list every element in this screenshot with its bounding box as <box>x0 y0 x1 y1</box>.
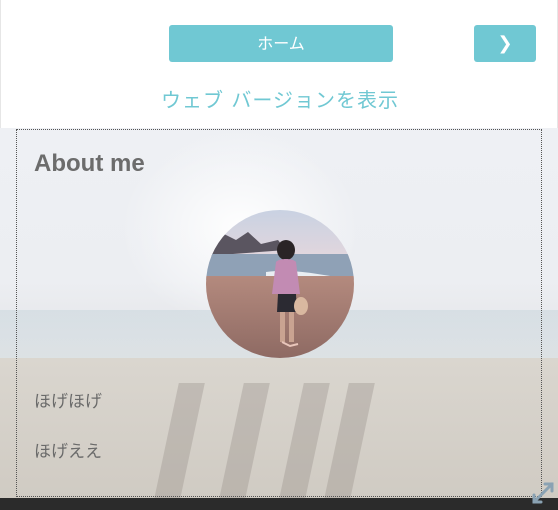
view-web-version-link[interactable]: ウェブ バージョンを表示 <box>1 84 558 113</box>
about-text-line: ほげええ <box>34 442 102 462</box>
avatar <box>206 210 354 358</box>
expand-icon[interactable] <box>530 480 556 506</box>
top-navigation: ホーム ❯ ウェブ バージョンを表示 <box>0 0 558 128</box>
bottom-strip <box>0 498 558 510</box>
about-text-line: ほげほげ <box>34 392 102 412</box>
next-button[interactable]: ❯ <box>474 25 536 62</box>
chevron-right-icon: ❯ <box>497 33 513 54</box>
home-button[interactable]: ホーム <box>169 25 393 62</box>
about-section: About me ほげほげ ほげええ <box>16 129 542 497</box>
about-title: About me <box>34 150 145 177</box>
